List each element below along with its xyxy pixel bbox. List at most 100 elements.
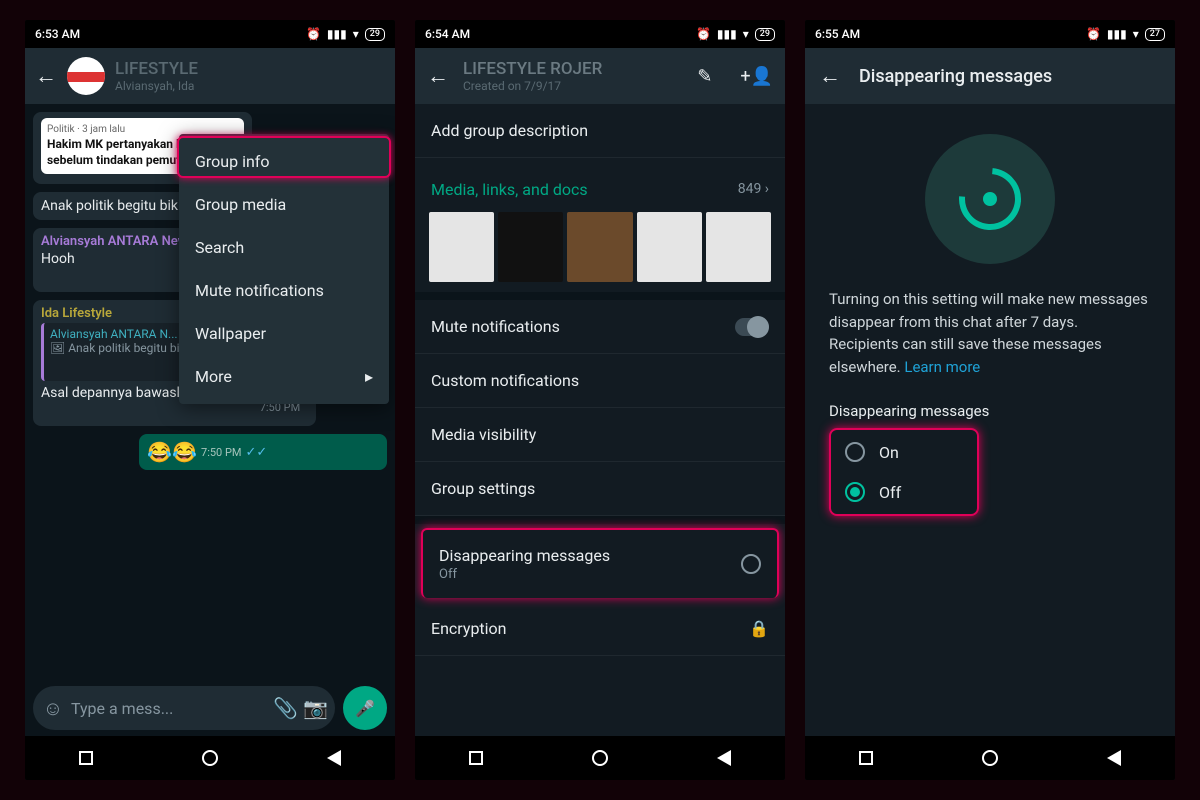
- menu-group-media[interactable]: Group media: [179, 183, 389, 226]
- attach-icon[interactable]: 📎: [273, 696, 297, 720]
- wifi-icon: ▾: [1133, 27, 1139, 41]
- wifi-icon: ▾: [353, 27, 359, 41]
- menu-wallpaper[interactable]: Wallpaper: [179, 312, 389, 355]
- nav-back-icon[interactable]: [717, 750, 731, 766]
- overflow-menu: Group info Group media Search Mute notif…: [179, 134, 389, 404]
- dm-header: ← Disappearing messages: [805, 48, 1175, 104]
- group-info-header: ← LIFESTYLE ROJER Created on 7/9/17 ✎ +👤: [415, 48, 785, 104]
- nav-recents-icon[interactable]: [859, 751, 873, 765]
- nav-recents-icon[interactable]: [469, 751, 483, 765]
- timer-icon: [741, 554, 761, 574]
- row-label: Custom notifications: [431, 371, 579, 390]
- mic-icon: 🎤: [355, 699, 375, 718]
- status-time: 6:54 AM: [425, 27, 470, 41]
- row-label: Group settings: [431, 479, 535, 498]
- status-bar: 6:53 AM ⏰ ▮▮▮ ▾ 29: [25, 20, 395, 48]
- row-label: Encryption: [431, 619, 507, 638]
- mic-button[interactable]: 🎤: [343, 686, 387, 730]
- chat-title-block[interactable]: LIFESTYLE Alviansyah, Ida: [115, 59, 385, 93]
- add-member-icon[interactable]: +👤: [740, 66, 773, 87]
- nav-home-icon[interactable]: [592, 750, 608, 766]
- nav-bar: [805, 736, 1175, 780]
- nav-bar: [415, 736, 785, 780]
- nav-home-icon[interactable]: [202, 750, 218, 766]
- status-bar: 6:54 AM ⏰ ▮▮▮ ▾ 29: [415, 20, 785, 48]
- message-text: Hooh: [41, 251, 75, 267]
- disappearing-hero-icon: [925, 134, 1055, 264]
- phone-screen-group-info: 6:54 AM ⏰ ▮▮▮ ▾ 29 ← LIFESTYLE ROJER Cre…: [415, 20, 785, 780]
- alarm-icon: ⏰: [696, 27, 711, 41]
- nav-back-icon[interactable]: [1107, 750, 1121, 766]
- nav-bar: [25, 736, 395, 780]
- signal-icon: ▮▮▮: [1107, 27, 1127, 41]
- back-icon[interactable]: ←: [819, 63, 841, 89]
- message-time: 7:50 PM: [41, 401, 308, 420]
- phone-screen-chat: 6:53 AM ⏰ ▮▮▮ ▾ 29 ← LIFESTYLE Alviansya…: [25, 20, 395, 780]
- row-encryption[interactable]: Encryption 🔒: [415, 602, 785, 656]
- row-label: Mute notifications: [431, 317, 560, 336]
- status-bar: 6:55 AM ⏰ ▮▮▮ ▾ 27: [805, 20, 1175, 48]
- battery-indicator: 29: [365, 28, 385, 41]
- dm-body: Turning on this setting will make new me…: [805, 104, 1175, 736]
- row-mute[interactable]: Mute notifications: [415, 300, 785, 354]
- group-name: LIFESTYLE ROJER: [463, 59, 683, 79]
- back-icon[interactable]: ←: [427, 63, 449, 89]
- row-label: Media, links, and docs: [431, 180, 588, 199]
- row-media-links-docs[interactable]: Media, links, and docs 849 ›: [415, 158, 785, 212]
- media-thumb[interactable]: [567, 212, 632, 282]
- row-add-description[interactable]: Add group description: [415, 104, 785, 158]
- media-thumb[interactable]: [429, 212, 494, 282]
- wifi-icon: ▾: [743, 27, 749, 41]
- input-placeholder: Type a mess...: [71, 699, 267, 718]
- dm-description: Turning on this setting will make new me…: [829, 288, 1151, 378]
- radio-on[interactable]: On: [835, 432, 973, 472]
- group-info-body[interactable]: Add group description Media, links, and …: [415, 104, 785, 736]
- message-emoji: 😂😂: [147, 440, 197, 464]
- chevron-right-icon: ▸: [365, 367, 373, 386]
- nav-recents-icon[interactable]: [79, 751, 93, 765]
- lock-icon: 🔒: [749, 619, 769, 638]
- row-label: Add group description: [431, 121, 588, 140]
- emoji-icon[interactable]: ☺: [41, 696, 65, 721]
- phone-screen-disappearing: 6:55 AM ⏰ ▮▮▮ ▾ 27 ← Disappearing messag…: [805, 20, 1175, 780]
- radio-label: Off: [879, 483, 901, 502]
- signal-icon: ▮▮▮: [327, 27, 347, 41]
- media-count: 849: [738, 181, 762, 197]
- status-icons: ⏰ ▮▮▮ ▾ 29: [306, 27, 385, 41]
- edit-icon[interactable]: ✎: [697, 66, 712, 87]
- row-media-visibility[interactable]: Media visibility: [415, 408, 785, 462]
- media-thumb[interactable]: [637, 212, 702, 282]
- media-thumb[interactable]: [706, 212, 771, 282]
- message-out: 😂😂 7:50 PM ✓✓: [139, 434, 387, 470]
- dm-section-label: Disappearing messages: [829, 402, 1151, 420]
- menu-mute[interactable]: Mute notifications: [179, 269, 389, 312]
- dm-radio-group: On Off: [829, 428, 979, 516]
- menu-search[interactable]: Search: [179, 226, 389, 269]
- learn-more-link[interactable]: Learn more: [904, 358, 980, 376]
- status-time: 6:53 AM: [35, 27, 80, 41]
- message-input[interactable]: ☺ Type a mess... 📎 📷: [33, 686, 335, 730]
- menu-more[interactable]: More▸: [179, 355, 389, 398]
- chat-body[interactable]: Politik · 3 jam lalu Hakim MK pertanyaka…: [25, 104, 395, 680]
- alarm-icon: ⏰: [306, 27, 321, 41]
- group-created: Created on 7/9/17: [463, 79, 683, 93]
- radio-label: On: [879, 443, 899, 462]
- nav-home-icon[interactable]: [982, 750, 998, 766]
- back-icon[interactable]: ←: [35, 63, 57, 89]
- read-receipt-icon: ✓✓: [246, 445, 268, 460]
- radio-icon: [845, 442, 865, 462]
- radio-off[interactable]: Off: [835, 472, 973, 512]
- mute-toggle[interactable]: [735, 318, 769, 336]
- group-avatar[interactable]: [67, 57, 105, 95]
- alarm-icon: ⏰: [1086, 27, 1101, 41]
- media-thumb[interactable]: [498, 212, 563, 282]
- row-disappearing-messages[interactable]: Disappearing messages Off: [421, 528, 779, 598]
- menu-group-info[interactable]: Group info: [179, 140, 389, 183]
- row-custom-notifications[interactable]: Custom notifications: [415, 354, 785, 408]
- media-strip[interactable]: [415, 212, 785, 292]
- camera-icon[interactable]: 📷: [303, 696, 327, 720]
- row-group-settings[interactable]: Group settings: [415, 462, 785, 516]
- radio-icon-checked: [845, 482, 865, 502]
- signal-icon: ▮▮▮: [717, 27, 737, 41]
- nav-back-icon[interactable]: [327, 750, 341, 766]
